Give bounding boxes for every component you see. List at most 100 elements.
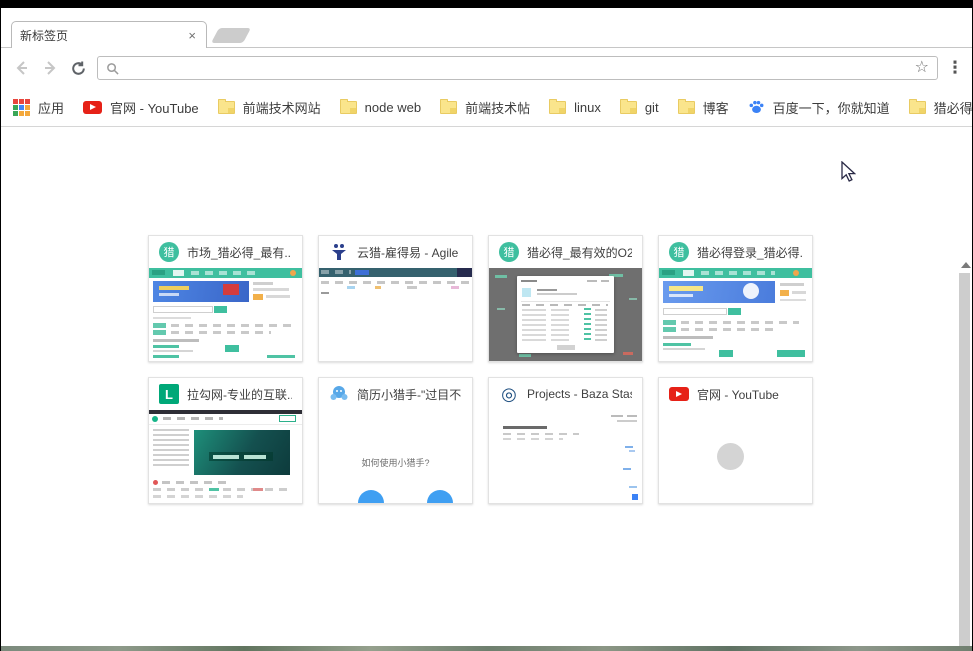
most-visited-tile[interactable]: ◎ Projects - Baza Stash — [488, 377, 643, 504]
deco — [557, 345, 575, 350]
browser-menu-button[interactable]: ⋮ — [942, 55, 968, 81]
back-button[interactable] — [9, 55, 35, 81]
apps-grid-icon — [13, 99, 30, 116]
deco — [153, 429, 189, 467]
deco — [213, 455, 239, 459]
deco — [551, 309, 569, 343]
tile-thumbnail — [319, 268, 472, 361]
deco — [223, 284, 239, 295]
deco — [503, 426, 547, 429]
deco — [617, 420, 637, 422]
deco — [153, 330, 166, 335]
tile-thumbnail — [659, 268, 812, 361]
most-visited-grid: 猎 市场_猎必得_最有... — [148, 235, 813, 504]
new-tab-page: 猎 市场_猎必得_最有... — [1, 127, 973, 646]
bookmark-folder[interactable]: linux — [549, 100, 601, 115]
most-visited-tile[interactable]: 官网 - YouTube — [658, 377, 813, 504]
tab-title: 新标签页 — [20, 27, 186, 44]
deco — [663, 320, 676, 325]
deco — [780, 299, 806, 301]
reload-button[interactable] — [65, 55, 91, 81]
deco — [663, 343, 691, 346]
deco — [669, 294, 693, 297]
deco — [153, 323, 166, 328]
scroll-up-arrow-icon[interactable] — [961, 262, 971, 268]
deco — [253, 488, 263, 491]
bookmark-apps[interactable]: 应用 — [13, 98, 64, 117]
tile-thumbnail — [149, 410, 302, 503]
deco — [584, 308, 591, 343]
bookmarks-bar: 应用 官网 - YouTube 前端技术网站 node web 前端技术帖 li… — [1, 88, 973, 126]
deco — [662, 270, 675, 275]
deco — [519, 354, 531, 357]
most-visited-tile[interactable]: 简历小猎手-"过目不... 如何使用小猎手? — [318, 377, 473, 504]
deco — [681, 321, 799, 324]
bookmark-baidu[interactable]: 百度一下，你就知道 — [748, 98, 890, 117]
bookmark-folder[interactable]: 猎必得 — [909, 98, 973, 117]
deco — [629, 298, 637, 300]
most-visited-tile[interactable]: L 拉勾网-专业的互联... — [148, 377, 303, 504]
deco — [777, 350, 805, 357]
deco — [681, 328, 777, 331]
deco — [669, 286, 703, 291]
bookmark-folder[interactable]: 前端技术网站 — [218, 98, 321, 117]
tile-thumbnail — [489, 410, 642, 503]
deco — [159, 293, 179, 296]
bookmark-star-icon[interactable]: ☆ — [915, 58, 929, 78]
deco — [497, 308, 505, 310]
deco — [266, 295, 290, 298]
deco — [663, 348, 705, 350]
deco — [793, 270, 799, 276]
tile-header: 猎 市场_猎必得_最有... — [149, 236, 302, 268]
tile-title: 拉勾网-专业的互联... — [187, 386, 292, 403]
xiaolieshou-favicon — [329, 384, 349, 404]
deco — [522, 288, 531, 297]
yunlie-favicon — [329, 242, 349, 262]
folder-icon — [440, 101, 457, 114]
tile-title: 官网 - YouTube — [697, 386, 802, 403]
bookmark-folder[interactable]: 博客 — [678, 98, 729, 117]
most-visited-tile[interactable]: 猎 猎必得登录_猎必得... — [658, 235, 813, 362]
bookmark-folder[interactable]: 前端技术帖 — [440, 98, 530, 117]
vertical-scrollbar[interactable] — [957, 254, 973, 651]
deco — [611, 415, 623, 417]
deco — [792, 291, 806, 294]
deco — [537, 293, 577, 295]
youtube-icon — [83, 101, 102, 114]
bookmark-youtube[interactable]: 官网 - YouTube — [83, 98, 199, 117]
bookmark-folder[interactable]: node web — [340, 100, 421, 115]
deco — [171, 331, 271, 334]
deco — [375, 286, 381, 289]
bookmark-label: 前端技术网站 — [243, 98, 321, 117]
address-input[interactable] — [125, 58, 909, 78]
scrollbar-thumb[interactable] — [959, 273, 970, 651]
bookmark-folder[interactable]: git — [620, 100, 659, 115]
deco — [149, 410, 302, 414]
tile-title: 猎必得登录_猎必得... — [697, 244, 802, 261]
deco — [173, 270, 184, 276]
forward-button[interactable] — [37, 55, 63, 81]
tile-title: Projects - Baza Stash — [527, 387, 632, 401]
deco — [451, 286, 459, 289]
most-visited-tile[interactable]: 云猎-雇得易 - Agile ... — [318, 235, 473, 362]
bookmark-label: 前端技术帖 — [465, 98, 530, 117]
deco — [503, 438, 563, 440]
address-bar[interactable]: ☆ — [97, 56, 938, 80]
deco — [623, 352, 633, 355]
deco — [321, 281, 469, 284]
deco — [152, 416, 158, 422]
thumb-caption: 如何使用小猎手? — [319, 456, 472, 469]
browser-window: (5 腾飞 — □ × 新标签页 × — [0, 0, 973, 651]
deco — [279, 415, 296, 422]
tile-header: 猎 猎必得登录_猎必得... — [659, 236, 812, 268]
deco — [149, 424, 302, 425]
most-visited-tile[interactable]: 猎 猎必得_最有效的O2... — [488, 235, 643, 362]
most-visited-tile[interactable]: 猎 市场_猎必得_最有... — [148, 235, 303, 362]
mouse-cursor — [841, 161, 856, 182]
deco — [701, 271, 775, 275]
folder-icon — [620, 101, 637, 114]
deco — [153, 339, 199, 342]
tab-new-tab-page[interactable]: 新标签页 × — [11, 21, 207, 48]
tab-close-icon[interactable]: × — [186, 28, 198, 43]
deco — [521, 301, 610, 302]
